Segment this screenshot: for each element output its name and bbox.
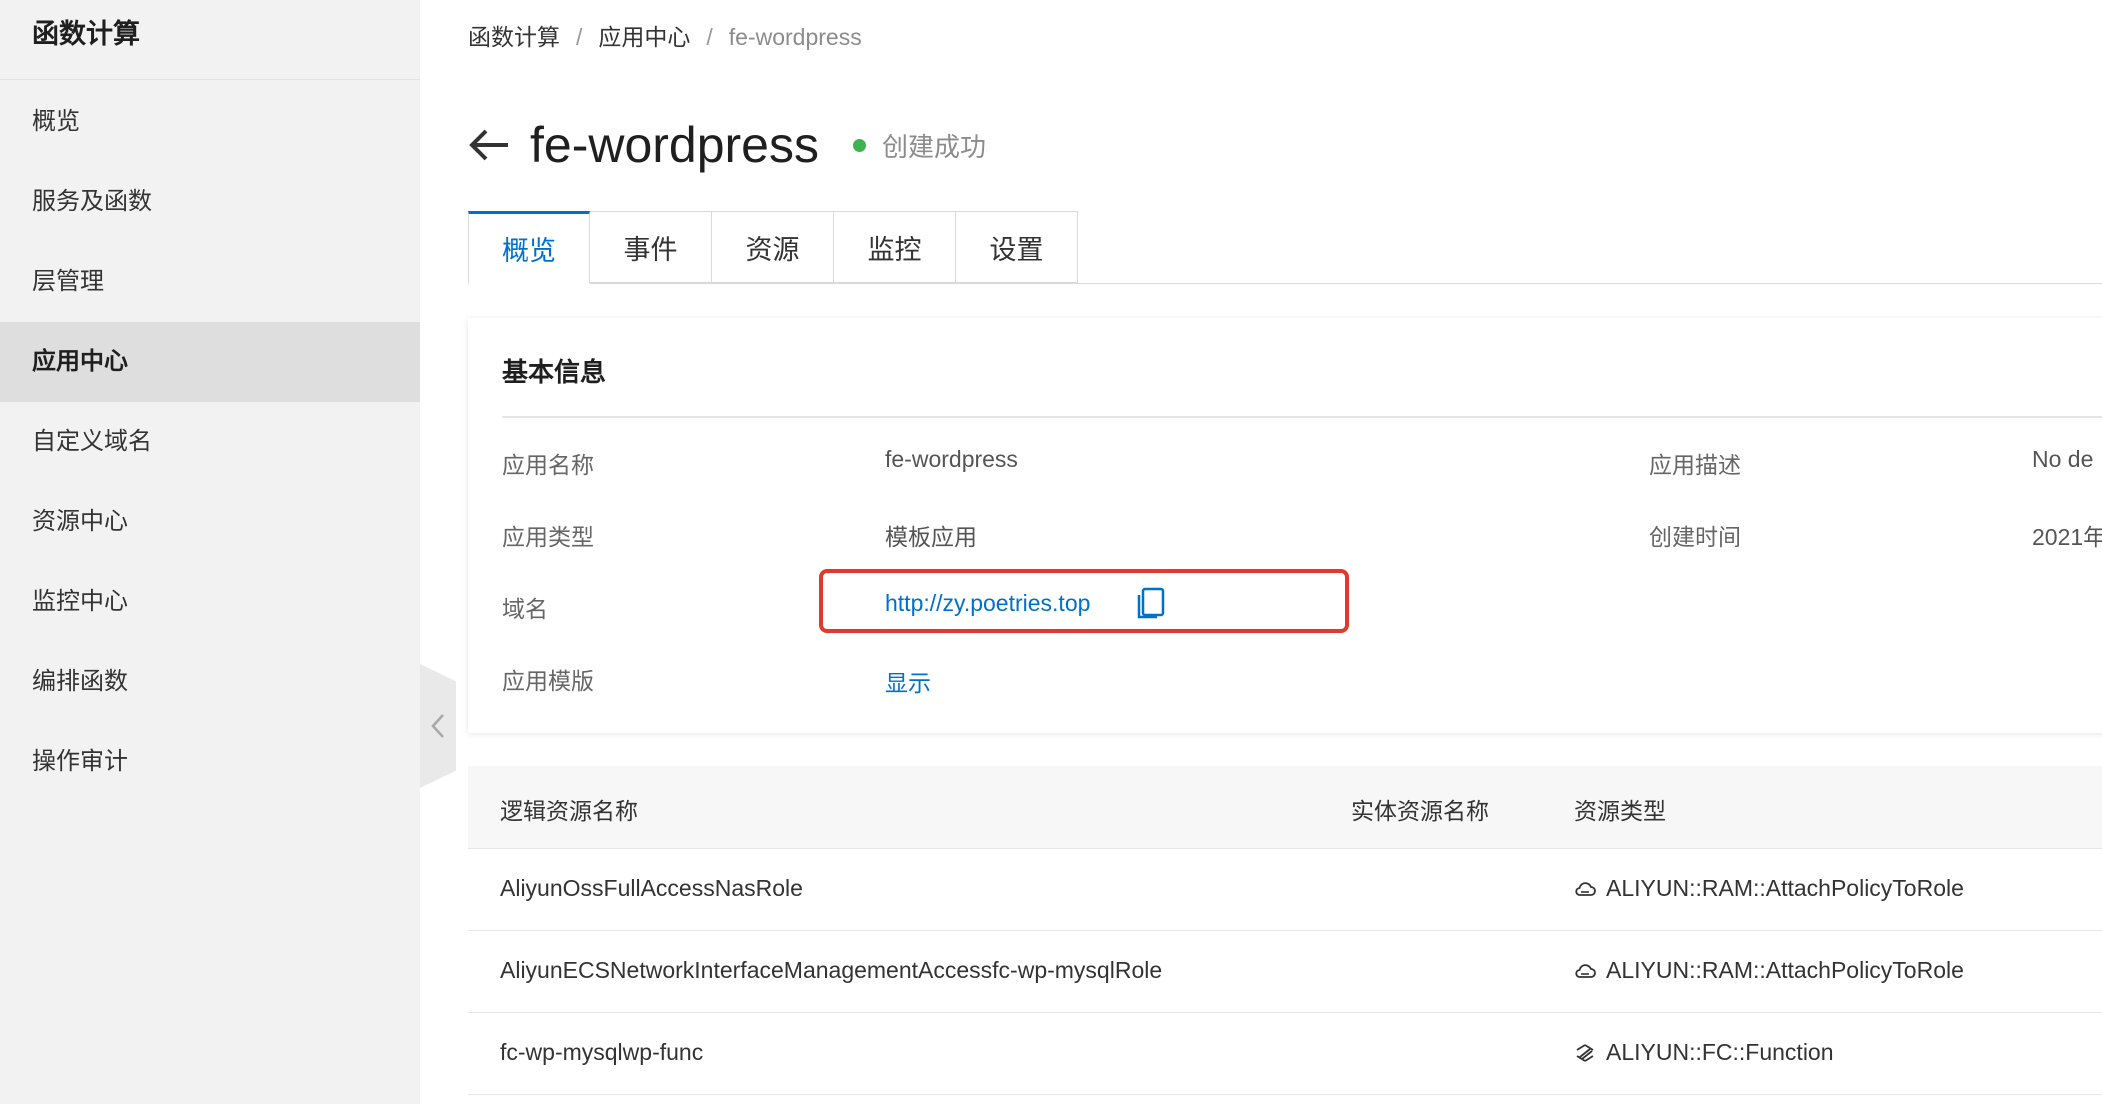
chevron-left-icon (431, 714, 444, 738)
resource-type-cell: ALIYUN::RAM::AttachPolicyToRole (1574, 875, 1964, 902)
breadcrumb-current: fe-wordpress (728, 24, 862, 50)
sidebar: 函数计算 概览 服务及函数 层管理 应用中心 自定义域名 资源中心 监控中心 编… (0, 0, 420, 1104)
basic-info-title: 基本信息 (502, 357, 607, 387)
sidebar-item-audit[interactable]: 操作审计 (0, 722, 420, 802)
resource-type-cell: ALIYUN::RAM::AttachPolicyToRole (1574, 957, 1964, 984)
resource-type-text: ALIYUN::RAM::AttachPolicyToRole (1606, 957, 1964, 983)
divider (502, 416, 2102, 418)
copy-icon[interactable] (1136, 587, 1166, 619)
tab-overview[interactable]: 概览 (468, 211, 590, 284)
sidebar-item-orchestration[interactable]: 编排函数 (0, 642, 420, 722)
status-dot-icon (853, 138, 866, 152)
function-icon (1576, 1043, 1594, 1062)
page-header: fe-wordpress 创建成功 (468, 110, 986, 180)
resource-table: 逻辑资源名称 实体资源名称 资源类型 AliyunOssFullAccessNa… (468, 766, 2102, 1095)
domain-label: 域名 (502, 596, 548, 622)
app-name-value: fe-wordpress (885, 446, 1018, 472)
main-content: 函数计算 / 应用中心 / fe-wordpress fe-wordpress 创建成功… (468, 0, 2102, 1104)
tab-settings[interactable]: 设置 (956, 211, 1078, 283)
resource-type-text: ALIYUN::RAM::AttachPolicyToRole (1606, 875, 1964, 901)
domain-link[interactable]: http://zy.poetries.top (885, 590, 1090, 617)
arrow-left-icon (469, 129, 508, 161)
resource-type-text: ALIYUN::FC::Function (1606, 1039, 1834, 1065)
cloud-icon (1575, 881, 1596, 896)
logical-name-cell: AliyunOssFullAccessNasRole (500, 875, 803, 901)
column-header-logical-name: 逻辑资源名称 (500, 798, 638, 824)
template-label: 应用模版 (502, 668, 594, 694)
back-button[interactable] (468, 123, 512, 167)
sidebar-item-overview[interactable]: 概览 (0, 82, 420, 162)
column-header-resource-type: 资源类型 (1574, 798, 1666, 824)
sidebar-item-custom-domains[interactable]: 自定义域名 (0, 402, 420, 482)
table-row: AliyunECSNetworkInterfaceManagementAcces… (468, 931, 2102, 1013)
logical-name-cell: AliyunECSNetworkInterfaceManagementAcces… (500, 957, 1163, 983)
app-type-value: 模板应用 (885, 524, 977, 550)
status-text: 创建成功 (882, 131, 987, 162)
column-header-physical-name: 实体资源名称 (1351, 798, 1489, 824)
created-time-label: 创建时间 (1649, 524, 1741, 550)
tab-monitoring[interactable]: 监控 (834, 211, 956, 283)
created-time-value: 2021年 (2032, 524, 2102, 550)
table-row: fc-wp-mysqlwp-func ALIYUN::FC::Function (468, 1013, 2102, 1095)
breadcrumb-function-compute[interactable]: 函数计算 (468, 24, 560, 50)
cloud-icon (1575, 963, 1596, 978)
status-badge: 创建成功 (853, 127, 986, 164)
show-template-link[interactable]: 显示 (885, 664, 931, 698)
page-title: fe-wordpress (530, 117, 819, 173)
basic-info-card: 基本信息 应用名称 fe-wordpress 应用描述 No de 应用类型 模… (468, 318, 2102, 733)
app-type-label: 应用类型 (502, 524, 594, 550)
sidebar-item-layers[interactable]: 层管理 (0, 242, 420, 322)
breadcrumb-separator: / (576, 24, 583, 50)
tab-bar: 概览 事件 资源 监控 设置 (468, 211, 2102, 284)
sidebar-title: 函数计算 (0, 0, 420, 80)
sidebar-item-app-center[interactable]: 应用中心 (0, 322, 420, 402)
sidebar-collapse-handle[interactable] (420, 664, 456, 788)
sidebar-item-resource-center[interactable]: 资源中心 (0, 482, 420, 562)
tab-events[interactable]: 事件 (590, 211, 712, 283)
sidebar-item-services-functions[interactable]: 服务及函数 (0, 162, 420, 242)
logical-name-cell: fc-wp-mysqlwp-func (500, 1039, 704, 1065)
breadcrumb-app-center[interactable]: 应用中心 (598, 24, 690, 50)
breadcrumb-separator: / (706, 24, 713, 50)
resource-type-cell: ALIYUN::FC::Function (1574, 1039, 1834, 1066)
description-label: 应用描述 (1649, 452, 1741, 478)
table-header: 逻辑资源名称 实体资源名称 资源类型 (468, 766, 2102, 849)
breadcrumb: 函数计算 / 应用中心 / fe-wordpress (468, 18, 862, 52)
sidebar-item-monitoring[interactable]: 监控中心 (0, 562, 420, 642)
table-row: AliyunOssFullAccessNasRole ALIYUN::RAM::… (468, 849, 2102, 931)
description-value: No de (2032, 446, 2094, 472)
tab-resources[interactable]: 资源 (712, 211, 834, 283)
app-name-label: 应用名称 (502, 452, 594, 478)
